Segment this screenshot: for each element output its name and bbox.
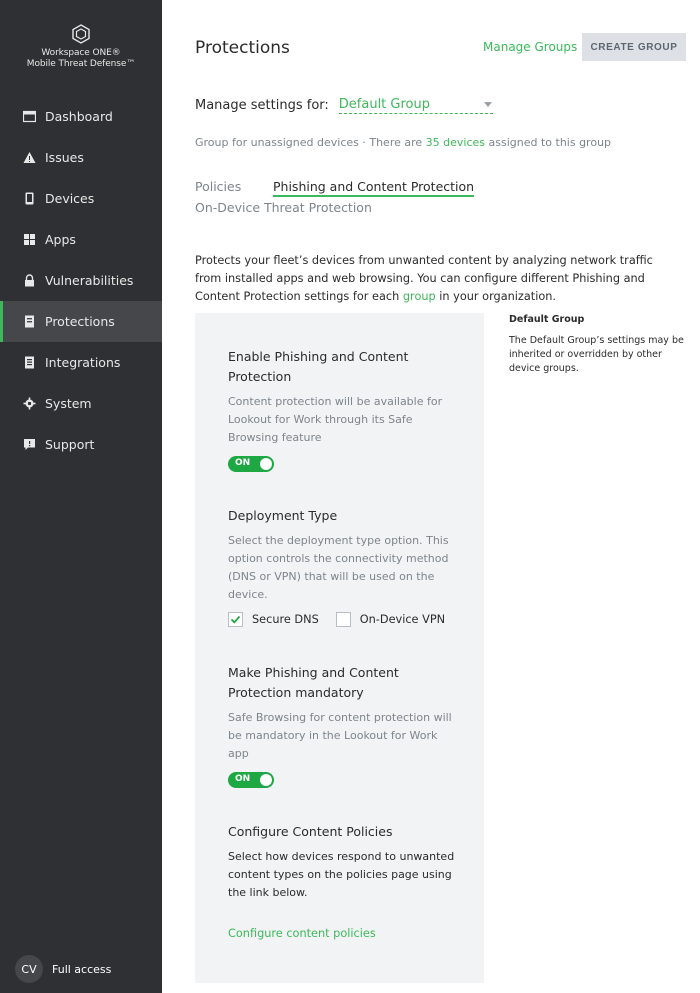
sidebar-item-label: Devices [45,191,95,206]
sidebar: Workspace ONE® Mobile Threat Defense™ Da… [0,0,162,993]
deployment-options: Secure DNS On-Device VPN [228,612,462,627]
toggle-knob [260,774,272,786]
sidebar-item-label: Dashboard [45,109,113,124]
side-note-text: The Default Group’s settings may be inhe… [509,335,684,374]
on-device-vpn-label: On-Device VPN [359,613,446,626]
secure-dns-label: Secure DNS [252,613,319,626]
manage-settings-row: Manage settings for: Default Group [195,97,493,114]
enable-protection-toggle[interactable]: ON [228,456,274,472]
sidebar-item-support[interactable]: Support [0,424,162,465]
sidebar-nav: Dashboard Issues Devices Apps Vulnerabil… [0,96,162,465]
brand-logo: Workspace ONE® Mobile Threat Defense™ [0,24,162,70]
sidebar-item-protections[interactable]: Protections [0,301,162,342]
sidebar-item-label: Protections [45,314,115,329]
manage-groups-link[interactable]: Manage Groups [483,40,577,54]
toggle-state: ON [235,774,251,784]
user-access-level: Full access [52,962,112,976]
secure-dns-option[interactable]: Secure DNS [228,612,319,627]
manage-settings-label: Manage settings for: [195,98,329,113]
mandatory-section: Make Phishing and Content Protection man… [228,663,458,763]
integrations-icon [23,356,36,369]
content-policies-description: Select how devices respond to unwanted c… [228,850,455,899]
create-group-button[interactable]: CREATE GROUP [582,33,686,61]
enable-title: Enable Phishing and Content Protection [228,349,409,384]
sidebar-item-dashboard[interactable]: Dashboard [0,96,162,137]
user-menu[interactable]: CV Full access [15,955,111,983]
sidebar-item-integrations[interactable]: Integrations [0,342,162,383]
page-title: Protections [195,38,290,58]
sidebar-item-issues[interactable]: Issues [0,137,162,178]
mandatory-protection-toggle[interactable]: ON [228,772,274,788]
toggle-state: ON [235,458,251,468]
side-note-title: Default Group [509,314,585,325]
support-chat-icon [23,438,36,451]
avatar: CV [15,955,43,983]
lock-icon [23,274,36,287]
chevron-down-icon [483,102,492,107]
gear-icon [23,397,36,410]
apps-grid-icon [23,233,36,246]
sidebar-item-label: Apps [45,232,76,247]
on-device-vpn-option[interactable]: On-Device VPN [335,612,446,627]
protection-icon [23,315,36,328]
workspace-one-logo-icon [72,24,90,44]
sidebar-item-apps[interactable]: Apps [0,219,162,260]
tab-policies[interactable]: Policies [195,179,241,194]
enable-section: Enable Phishing and Content Protection C… [228,347,458,447]
group-info-prefix: Group for unassigned devices · There are [195,136,426,149]
mandatory-title: Make Phishing and Content Protection man… [228,665,399,700]
tab-on-device-threat-protection[interactable]: On-Device Threat Protection [195,200,372,215]
deployment-title: Deployment Type [228,508,338,523]
sidebar-item-vulnerabilities[interactable]: Vulnerabilities [0,260,162,301]
selected-group: Default Group [338,97,430,112]
sidebar-item-label: Integrations [45,355,121,370]
content-policies-section: Configure Content Policies Select how de… [228,822,458,902]
content-policies-title: Configure Content Policies [228,824,393,839]
sidebar-item-label: Vulnerabilities [45,273,134,288]
mandatory-description: Safe Browsing for content protection wil… [228,711,452,760]
toggle-knob [260,458,272,470]
sidebar-item-label: System [45,396,92,411]
sidebar-item-devices[interactable]: Devices [0,178,162,219]
device-icon [23,192,36,205]
deployment-description: Select the deployment type option. This … [228,534,449,601]
group-info-suffix: assigned to this group [485,136,612,149]
brand-line-2: Mobile Threat Defense™ [26,59,136,69]
group-select-dropdown[interactable]: Default Group [338,97,493,114]
tab-phishing-content-protection[interactable]: Phishing and Content Protection [273,179,475,197]
sidebar-item-system[interactable]: System [0,383,162,424]
dashboard-icon [23,110,36,123]
device-count-link[interactable]: 35 devices [426,136,485,149]
configure-content-policies-link[interactable]: Configure content policies [228,927,376,940]
intro-text-after: in your organization. [435,290,556,303]
sidebar-item-label: Issues [45,150,84,165]
deployment-section: Deployment Type Select the deployment ty… [228,506,458,604]
enable-description: Content protection will be available for… [228,395,443,444]
secure-dns-checkbox[interactable] [228,612,243,627]
on-device-vpn-checkbox[interactable] [335,612,351,627]
group-link[interactable]: group [403,290,436,303]
brand-line-1: Workspace ONE® [41,48,121,58]
default-group-note: Default Group The Default Group’s settin… [509,314,687,376]
sidebar-item-label: Support [45,437,95,452]
intro-text: Protects your fleet’s devices from unwan… [195,252,665,306]
group-info: Group for unassigned devices · There are… [195,136,611,149]
warning-icon [23,151,36,164]
checkmark-icon [230,615,241,624]
